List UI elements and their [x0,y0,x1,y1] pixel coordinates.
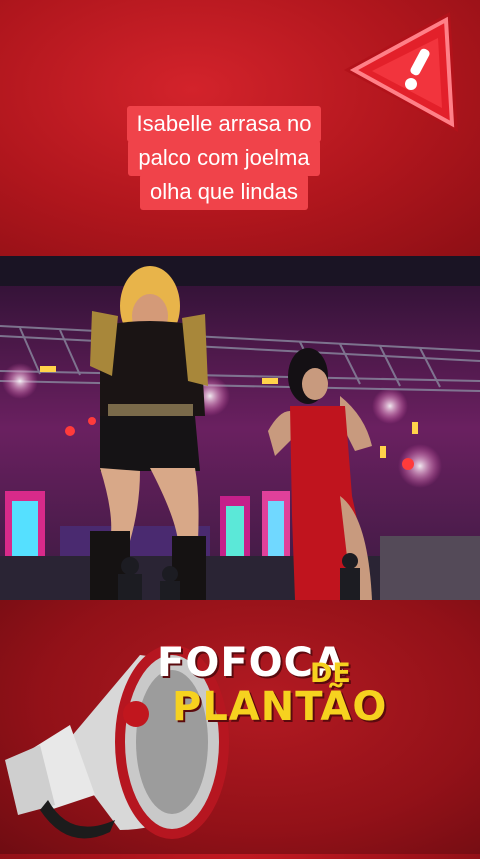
brand-subtitle: PLANTÃO [172,684,388,730]
caption-line: palco com joelma [128,140,320,176]
video-caption: Isabelle arrasa no palco com joelma olha… [98,106,350,210]
video-frame[interactable] [0,256,480,600]
warning-icon [338,4,468,139]
caption-line: Isabelle arrasa no [126,106,322,142]
concert-stage-image [0,256,480,600]
caption-line: olha que lindas [139,174,308,210]
